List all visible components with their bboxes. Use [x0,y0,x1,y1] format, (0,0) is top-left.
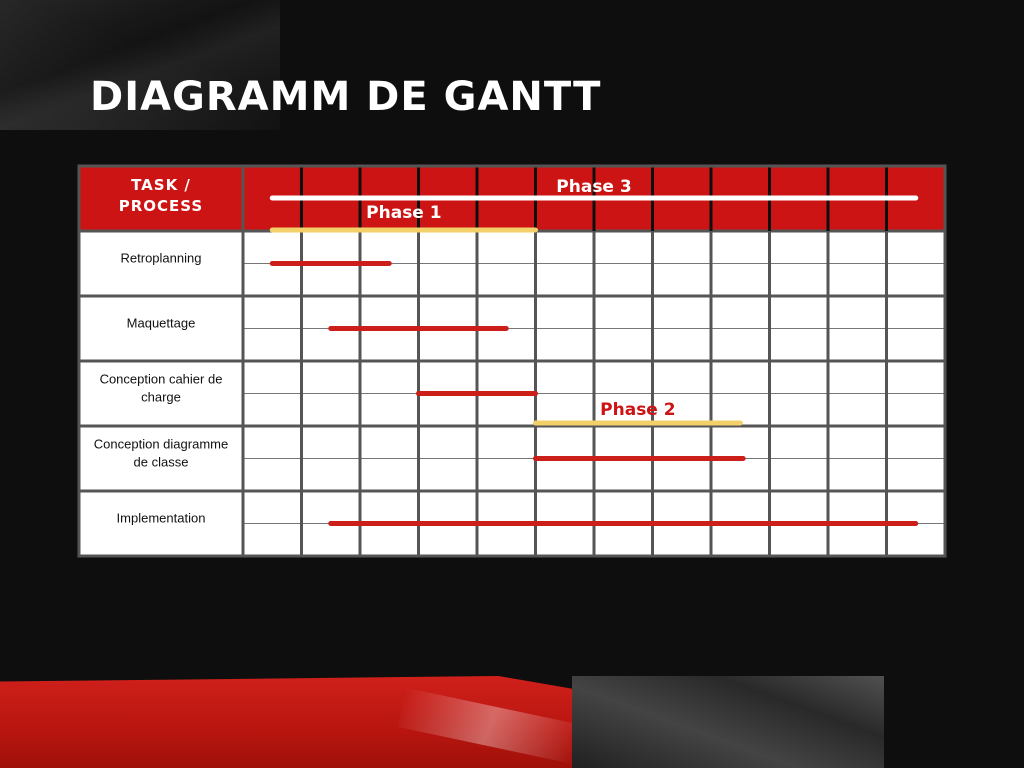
task-label: Implementation [117,511,206,526]
task-label: charge [141,390,181,405]
task-label: Maquettage [127,316,196,331]
task-label: Conception cahier de [100,372,223,387]
task-label: Retroplanning [121,251,202,266]
header-label-line: TASK / [131,176,191,194]
header-label-line: PROCESS [119,197,203,215]
task-label: Conception diagramme [94,437,228,452]
phase-label: Phase 3 [556,177,631,197]
task-label: de classe [134,455,189,470]
phase-label: Phase 2 [600,400,675,420]
phase-label: Phase 1 [366,203,441,223]
gantt-chart: TASK / PROCESS Retroplanning Maquettage Conc… [77,164,947,558]
